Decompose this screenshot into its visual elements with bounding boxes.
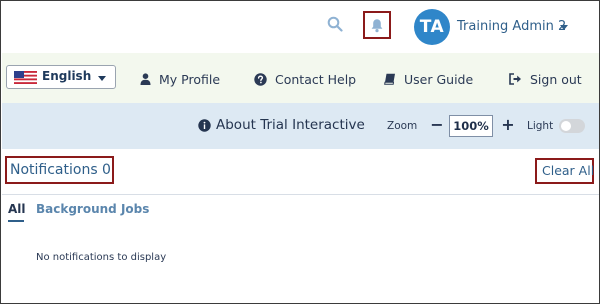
info-icon bbox=[198, 118, 211, 132]
help-circle-icon bbox=[254, 72, 267, 86]
user-guide-label: User Guide bbox=[404, 71, 474, 87]
language-label: English bbox=[42, 69, 92, 83]
search-icon[interactable] bbox=[327, 16, 343, 32]
my-profile-label: My Profile bbox=[159, 71, 221, 87]
sign-out-link[interactable]: Sign out bbox=[509, 70, 582, 88]
theme-label: Light bbox=[527, 120, 554, 132]
notifications-count: 0 bbox=[102, 162, 111, 178]
user-menu-name[interactable]: Training Admin 2 bbox=[457, 19, 566, 34]
user-icon bbox=[140, 73, 151, 85]
book-icon bbox=[384, 73, 395, 85]
empty-state-message: No notifications to display bbox=[36, 252, 167, 263]
bell-icon bbox=[371, 18, 383, 32]
language-select[interactable]: English bbox=[6, 65, 116, 89]
nav-bar: English My Profile Contact Help User Gui… bbox=[2, 53, 599, 103]
us-flag-icon bbox=[14, 71, 37, 84]
active-tab-indicator bbox=[8, 220, 24, 222]
sign-out-label: Sign out bbox=[530, 71, 582, 87]
clear-all-button[interactable]: Clear All bbox=[535, 158, 594, 184]
toggle-knob bbox=[561, 121, 571, 131]
sign-out-icon bbox=[509, 73, 521, 85]
zoom-in-button[interactable]: + bbox=[501, 117, 515, 133]
about-label: About Trial Interactive bbox=[216, 117, 365, 133]
notifications-title: Notifications bbox=[10, 162, 98, 178]
contact-help-label: Contact Help bbox=[275, 71, 357, 87]
app-frame: TA Training Admin 2 English My Profile C… bbox=[0, 0, 600, 304]
notifications-bell-button[interactable] bbox=[363, 11, 391, 39]
my-profile-link[interactable]: My Profile bbox=[140, 70, 220, 88]
toolbar: About Trial Interactive Zoom − 100% + Li… bbox=[2, 103, 599, 149]
light-theme-toggle[interactable] bbox=[559, 119, 585, 133]
chevron-down-icon[interactable] bbox=[560, 25, 568, 30]
tab-background-jobs[interactable]: Background Jobs bbox=[36, 202, 149, 216]
top-header: TA Training Admin 2 bbox=[1, 1, 599, 51]
about-link[interactable]: About Trial Interactive bbox=[198, 117, 365, 133]
caret-down-icon bbox=[98, 76, 106, 81]
zoom-label: Zoom bbox=[387, 120, 418, 132]
avatar[interactable]: TA bbox=[414, 9, 450, 45]
divider bbox=[2, 194, 599, 195]
user-guide-link[interactable]: User Guide bbox=[384, 70, 473, 88]
zoom-level-field[interactable]: 100% bbox=[449, 115, 493, 137]
contact-help-link[interactable]: Contact Help bbox=[254, 70, 356, 88]
zoom-out-button[interactable]: − bbox=[430, 117, 444, 133]
clear-all-label: Clear All bbox=[542, 163, 595, 178]
notifications-heading: Notifications 0 bbox=[5, 156, 114, 184]
tab-all[interactable]: All bbox=[8, 202, 26, 216]
